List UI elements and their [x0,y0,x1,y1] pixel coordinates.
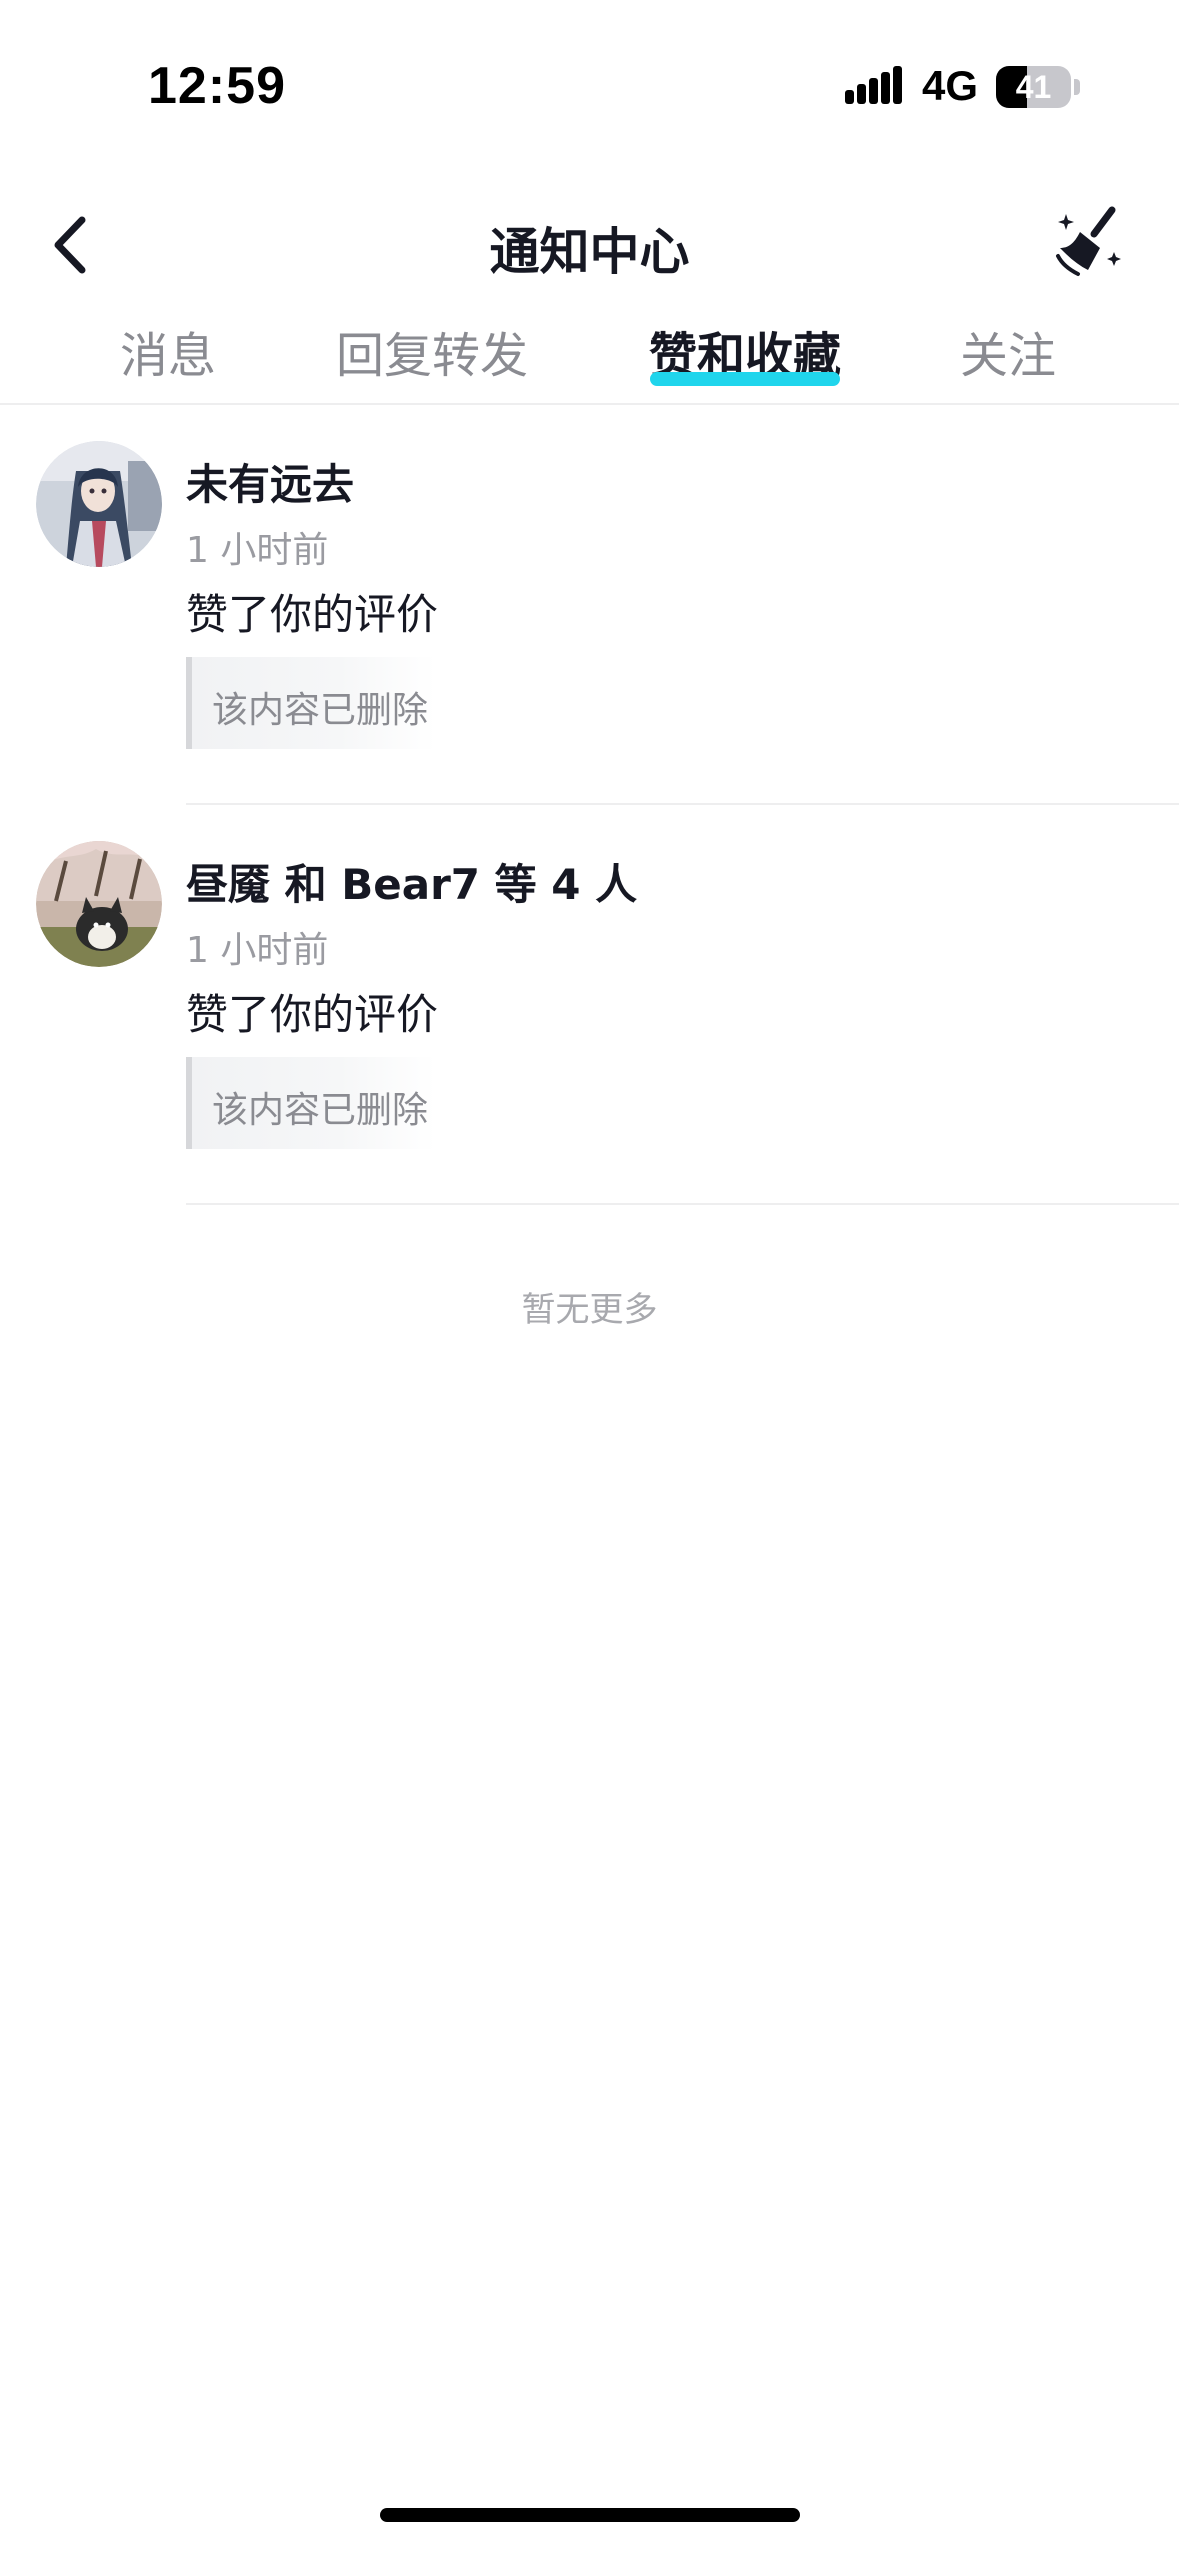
notification-sender[interactable]: 未有远去 [186,451,354,512]
quoted-content[interactable]: 该内容已删除 [186,657,436,749]
broom-sparkle-icon[interactable] [1050,204,1126,280]
notification-center-screen: 12:59 4G 41 通知中心 消息 回复转发 赞和收藏 关注 未有远去 1 … [0,0,1179,2556]
tab-messages[interactable]: 消息 [120,316,216,386]
end-of-list-text: 暂无更多 [521,1290,658,1330]
cellular-signal-icon [845,66,902,104]
notification-item[interactable]: 未有远去 1 小时前 赞了你的评价 该内容已删除 [0,405,1179,805]
status-time: 12:59 [148,57,286,115]
notification-action: 赞了你的评价 [186,590,439,639]
notification-time: 1 小时前 [186,530,329,571]
nav-header: 通知中心 [0,190,1179,300]
notification-action: 赞了你的评价 [186,990,439,1039]
quoted-content-text: 该内容已删除 [212,1090,429,1131]
battery-icon: 41 [996,66,1080,108]
page-title: 通知中心 [489,223,690,281]
battery-level: 41 [1015,69,1052,105]
notification-time: 1 小时前 [186,930,329,971]
avatar[interactable] [36,841,162,967]
home-indicator[interactable] [380,2508,800,2522]
tab-replies-reposts[interactable]: 回复转发 [336,316,528,386]
status-bar: 12:59 4G 41 [0,0,1179,170]
tab-bar: 消息 回复转发 赞和收藏 关注 [0,310,1179,404]
notification-sender[interactable]: 昼魇 和 Bear7 等 4 人 [186,851,637,912]
avatar[interactable] [36,441,162,567]
network-type: 4G [922,62,979,109]
row-divider [186,1203,1179,1205]
notification-item[interactable]: 昼魇 和 Bear7 等 4 人 1 小时前 赞了你的评价 该内容已删除 [0,805,1179,1205]
active-tab-indicator [650,372,840,386]
quoted-content-text: 该内容已删除 [212,690,429,731]
quoted-content[interactable]: 该内容已删除 [186,1057,436,1149]
tab-follows[interactable]: 关注 [960,316,1056,386]
